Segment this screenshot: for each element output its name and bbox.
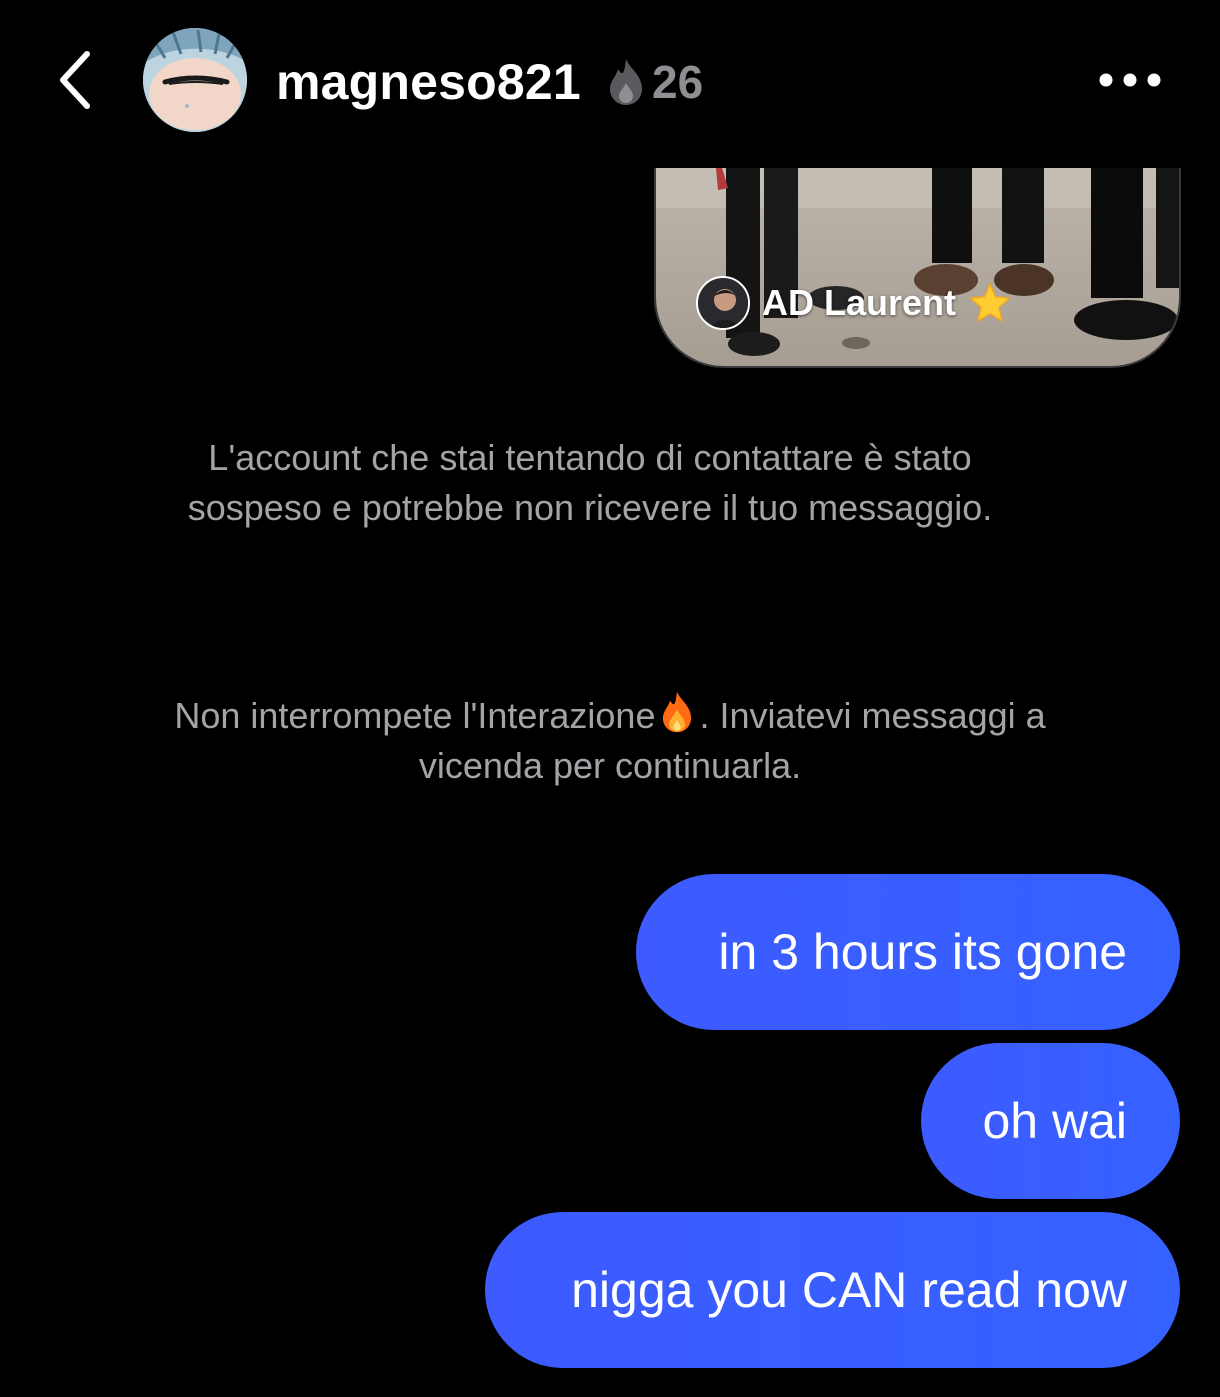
chevron-left-icon bbox=[60, 51, 90, 109]
account-suspended-notice: L'account che stai tentando di contattar… bbox=[187, 437, 993, 528]
shared-post-card[interactable]: AD Laurent bbox=[654, 168, 1181, 368]
more-options-button[interactable] bbox=[1090, 58, 1170, 102]
message-bubble[interactable]: in 3 hours its gone bbox=[636, 874, 1180, 1030]
message-bubble[interactable]: nigga you CAN read now bbox=[485, 1212, 1180, 1368]
shared-post-author-avatar bbox=[696, 276, 750, 330]
more-horizontal-icon bbox=[1099, 73, 1161, 87]
streak-count: 26 bbox=[652, 56, 704, 108]
avatar-image bbox=[143, 28, 247, 132]
shared-post-author-name: AD Laurent bbox=[762, 282, 957, 323]
contact-avatar[interactable] bbox=[143, 28, 247, 132]
contact-username[interactable]: magneso821 bbox=[276, 52, 581, 112]
streak-reminder-notice: Non interrompete l'Interazione . Inviate… bbox=[160, 690, 1060, 791]
flame-icon bbox=[610, 59, 642, 105]
message-bubble[interactable]: oh wai bbox=[921, 1043, 1180, 1199]
streak-reminder-text-start: Non interrompete l'Interazione bbox=[174, 695, 656, 736]
chat-header: magneso821 26 bbox=[0, 0, 1220, 160]
back-button[interactable] bbox=[40, 40, 110, 120]
shared-post-author[interactable]: AD Laurent bbox=[696, 276, 1012, 330]
star-icon bbox=[969, 283, 1011, 322]
flame-icon bbox=[663, 691, 692, 733]
streak-indicator[interactable]: 26 bbox=[606, 52, 703, 112]
shared-post-thumbnail bbox=[656, 168, 1179, 366]
